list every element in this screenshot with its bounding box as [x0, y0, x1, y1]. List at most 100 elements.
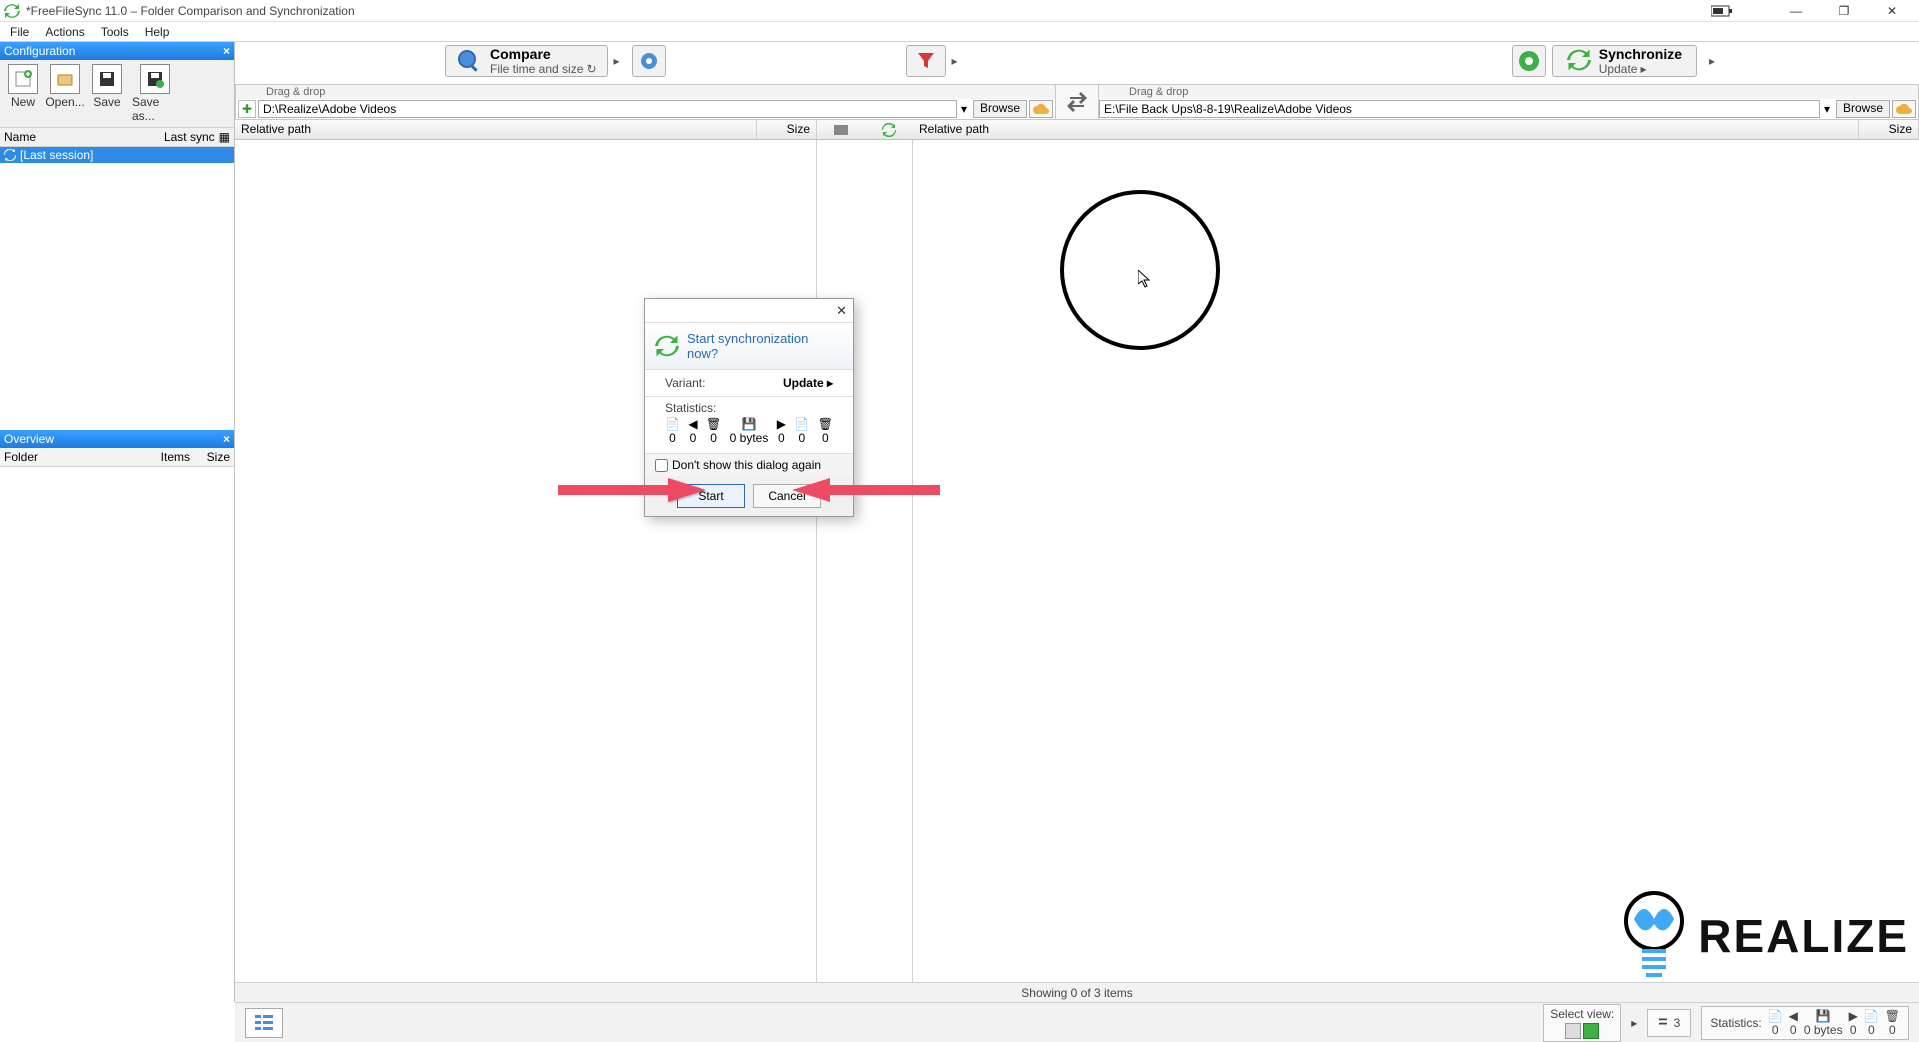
magnify-icon	[456, 48, 482, 74]
close-icon[interactable]: ✕	[836, 303, 847, 319]
left-path-input[interactable]	[258, 100, 957, 118]
dropdown-icon[interactable]: ▸	[952, 54, 962, 68]
new-button[interactable]: New	[4, 62, 42, 125]
column-relative-path[interactable]: Relative path	[235, 120, 757, 139]
menu-help[interactable]: Help	[137, 23, 178, 41]
stat-icon: ▶	[777, 417, 786, 431]
close-icon[interactable]: ×	[223, 44, 230, 58]
list-view-icon[interactable]: ▦	[219, 130, 230, 144]
overview-columns: Folder Items Size	[0, 448, 234, 467]
config-toolbar: New Open... Save Save as...	[0, 60, 234, 127]
column-folder[interactable]: Folder	[4, 450, 140, 464]
chevron-down-icon[interactable]: ▾	[957, 102, 971, 116]
configuration-title: Configuration	[4, 44, 75, 58]
save-as-button[interactable]: Save as...	[130, 62, 180, 125]
chevron-right-icon: ▸	[1641, 62, 1647, 76]
dialog-question: Start synchronization now?	[687, 331, 843, 361]
browse-button[interactable]: Browse	[973, 100, 1027, 118]
minimize-button[interactable]: —	[1773, 1, 1819, 21]
column-size[interactable]: Size	[1859, 120, 1919, 139]
browse-button[interactable]: Browse	[1836, 100, 1890, 118]
right-path-panel: Drag & drop ▾ Browse	[1098, 84, 1919, 120]
grid-header: Relative path Size Relative path Size	[235, 120, 1919, 140]
open-button[interactable]: Open...	[46, 62, 84, 125]
column-name[interactable]: Name	[4, 130, 145, 144]
dropdown-icon[interactable]: ▸	[614, 54, 624, 68]
app-icon	[4, 3, 20, 19]
config-item-label: [Last session]	[20, 148, 93, 162]
lightbulb-icon	[1614, 889, 1694, 982]
action-icon[interactable]	[865, 120, 913, 139]
variant-label: Variant:	[665, 376, 783, 390]
stat-icon: 💾	[742, 417, 757, 431]
stat-icon: 💾	[1816, 1009, 1831, 1023]
title-bar: *FreeFileSync 11.0 – Folder Comparison a…	[0, 0, 1919, 22]
column-items[interactable]: Items	[140, 450, 190, 464]
sync-icon	[655, 334, 679, 358]
stat-icon: 🗑	[706, 417, 721, 431]
category-icon[interactable]	[817, 120, 865, 139]
column-last-sync[interactable]: Last sync	[145, 130, 215, 144]
dialog-title-bar[interactable]: ✕	[645, 299, 853, 323]
right-path-input[interactable]	[1099, 100, 1820, 118]
stat-icon: 📄	[1864, 1009, 1879, 1023]
stats-label: Statistics:	[665, 401, 833, 415]
stat-icon: 📄	[794, 417, 809, 431]
maximize-button[interactable]: ❐	[1821, 1, 1867, 21]
config-list-header: Name Last sync ▦	[0, 127, 234, 147]
footer-bar: Select view: ▸ = 3 Statistics: 📄0 ◀0 💾0 …	[235, 1002, 1919, 1042]
sync-settings-button[interactable]	[1512, 45, 1546, 77]
chevron-down-icon[interactable]: ▾	[1820, 102, 1834, 116]
overview-title: Overview	[4, 432, 54, 446]
add-folder-button[interactable]: ✚	[238, 100, 256, 118]
window-title: *FreeFileSync 11.0 – Folder Comparison a…	[26, 4, 1711, 18]
filter-button[interactable]	[906, 45, 946, 77]
close-button[interactable]: ✕	[1869, 1, 1915, 21]
stat-icon: ◀	[688, 417, 697, 431]
main-toolbar: Compare File time and size ↻ ▸ ▸ Synchro…	[235, 42, 1919, 80]
column-relative-path[interactable]: Relative path	[913, 120, 1859, 139]
status-bar: Showing 0 of 3 items	[235, 982, 1919, 1002]
sync-label: Synchronize	[1599, 46, 1682, 62]
cloud-button[interactable]	[1029, 100, 1053, 118]
watermark-logo: REALIZE	[1614, 889, 1909, 982]
synchronize-button[interactable]: Synchronize Update ▸	[1552, 45, 1697, 77]
column-size[interactable]: Size	[190, 450, 230, 464]
status-text: Showing 0 of 3 items	[1021, 986, 1132, 1000]
left-grid[interactable]	[235, 140, 817, 982]
swap-sides-button[interactable]	[1056, 84, 1098, 120]
path-row: Drag & drop ✚ ▾ Browse Drag & drop ▾ Bro…	[235, 84, 1919, 120]
footer-statistics: Statistics: 📄0 ◀0 💾0 bytes ▶0 📄0 🗑0	[1701, 1006, 1909, 1040]
overview-header: Overview ×	[0, 430, 234, 448]
stat-icon: 📄	[665, 417, 680, 431]
dropdown-icon[interactable]: ▸	[1631, 1016, 1637, 1030]
annotation-arrow-left	[558, 470, 708, 510]
equal-count: 3	[1674, 1016, 1681, 1030]
refresh-icon: ↻	[586, 62, 596, 76]
compare-button[interactable]: Compare File time and size ↻	[445, 45, 608, 77]
left-path-panel: Drag & drop ✚ ▾ Browse	[235, 84, 1056, 120]
dropdown-icon[interactable]: ▸	[1709, 54, 1719, 68]
save-button[interactable]: Save	[88, 62, 126, 125]
chevron-right-icon: ▸	[827, 376, 833, 390]
compare-settings-button[interactable]	[632, 45, 666, 77]
config-item-last-session[interactable]: [Last session]	[0, 147, 234, 163]
equal-icon: =	[1658, 1014, 1667, 1032]
overview-panel: Overview × Folder Items Size	[0, 430, 235, 1002]
menu-tools[interactable]: Tools	[93, 23, 137, 41]
stat-icon: 🗑	[1885, 1009, 1900, 1023]
cursor-icon	[1138, 270, 1152, 288]
stat-icon: 📄	[1768, 1009, 1783, 1023]
center-grid[interactable]	[817, 140, 913, 982]
view-toggle-button[interactable]	[245, 1008, 283, 1038]
cloud-button[interactable]	[1892, 100, 1916, 118]
column-size[interactable]: Size	[757, 120, 817, 139]
watermark-text: REALIZE	[1698, 909, 1909, 963]
view-option[interactable]	[1583, 1023, 1599, 1039]
menu-actions[interactable]: Actions	[37, 23, 92, 41]
compare-label: Compare	[490, 46, 551, 62]
close-icon[interactable]: ×	[223, 432, 230, 446]
view-option[interactable]	[1565, 1023, 1581, 1039]
stat-icon: 🗑	[818, 417, 833, 431]
menu-file[interactable]: File	[2, 23, 37, 41]
